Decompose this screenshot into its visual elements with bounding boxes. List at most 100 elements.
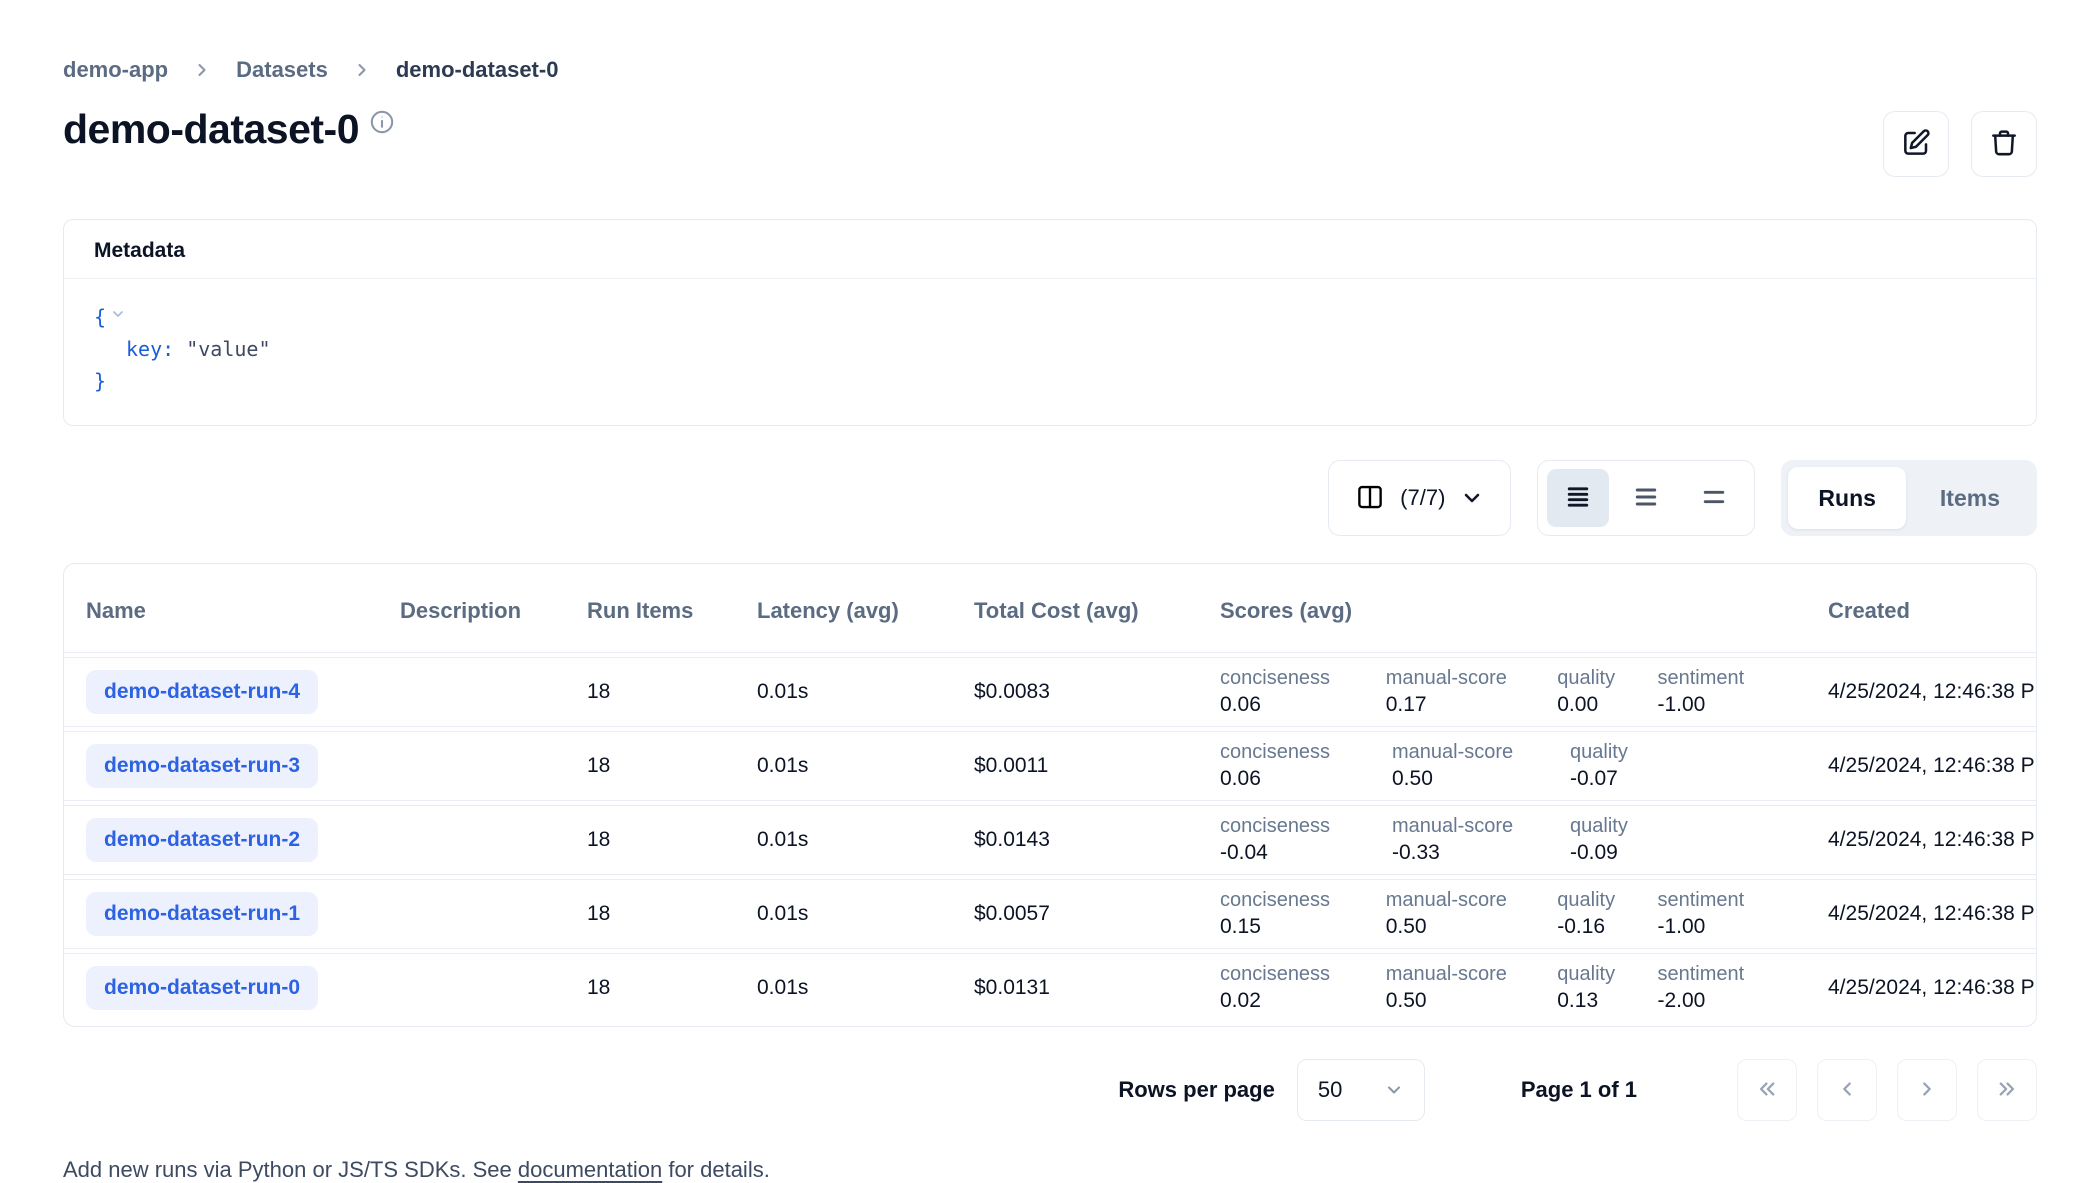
score-label: conciseness: [1220, 815, 1392, 838]
rows-per-page-select[interactable]: 50: [1297, 1059, 1425, 1121]
score-label: conciseness: [1220, 667, 1386, 690]
score-label: sentiment: [1657, 889, 1802, 912]
json-collapse-chevron-icon[interactable]: [110, 306, 126, 322]
runs-table: Name Description Run Items Latency (avg)…: [64, 564, 2036, 1026]
score-value: -2.00: [1657, 989, 1802, 1013]
run-name-link[interactable]: demo-dataset-run-4: [86, 670, 318, 714]
created-cell: 4/25/2024, 12:46:38 PM: [1812, 657, 2036, 727]
metadata-json-viewer: { key: "value" }: [64, 279, 2036, 425]
column-header-run-items: Run Items: [571, 568, 741, 653]
scores-cell-content: conciseness0.06manual-score0.17quality0.…: [1220, 667, 1802, 717]
score-value: -0.09: [1570, 841, 1674, 865]
score-value: -0.33: [1392, 841, 1570, 865]
scores-cell: conciseness-0.04manual-score-0.33quality…: [1204, 805, 1812, 875]
next-page-button[interactable]: [1897, 1059, 1957, 1121]
column-visibility-button[interactable]: (7/7): [1328, 460, 1511, 536]
edit-dataset-button[interactable]: [1883, 111, 1949, 177]
score-value: 0.15: [1220, 915, 1386, 939]
scores-cell-content: conciseness0.15manual-score0.50quality-0…: [1220, 889, 1802, 939]
score-quality: quality0.13: [1557, 963, 1657, 1013]
row-height-medium-button[interactable]: [1615, 469, 1677, 527]
scores-cell-content: conciseness 0.02manual-score0.50quality0.…: [1220, 963, 1802, 1013]
score-label: sentiment: [1657, 667, 1802, 690]
score-value: 0.17: [1386, 693, 1558, 717]
row-height-small-button[interactable]: [1547, 469, 1609, 527]
rows-loose-icon: [1700, 483, 1728, 514]
json-line-close: }: [94, 365, 2006, 397]
json-line-key-value: key: "value": [94, 333, 2006, 365]
score-value: 0.00: [1557, 693, 1657, 717]
page-header: demo-dataset-0: [63, 107, 2037, 177]
table-row: demo-dataset-run-0 18 0.01s $0.0131 conc…: [64, 953, 2036, 1022]
pagination-nav-buttons: [1737, 1059, 2037, 1121]
score-value: -0.04: [1220, 841, 1392, 865]
sdk-hint-before: Add new runs via Python or JS/TS SDKs. S…: [63, 1157, 518, 1182]
row-height-large-button[interactable]: [1683, 469, 1745, 527]
delete-dataset-button[interactable]: [1971, 111, 2037, 177]
breadcrumb: demo-app Datasets demo-dataset-0: [63, 0, 2037, 83]
score-manual-score: manual-score0.50: [1386, 963, 1558, 1013]
score-value: 0.02: [1220, 989, 1386, 1013]
chevrons-left-icon: [1754, 1076, 1780, 1105]
tab-items[interactable]: Items: [1910, 467, 2030, 529]
pagination-bar: Rows per page 50 Page 1 of 1: [63, 1059, 2037, 1121]
edit-pencil-square-icon: [1900, 127, 1932, 162]
score-conciseness: conciseness0.06: [1220, 741, 1392, 791]
column-header-scores: Scores (avg): [1204, 568, 1812, 653]
description-cell: [384, 953, 571, 1022]
sdk-hint-after: for details.: [662, 1157, 770, 1182]
score-value: -1.00: [1657, 915, 1802, 939]
table-header-row: Name Description Run Items Latency (avg)…: [64, 568, 2036, 653]
previous-page-button[interactable]: [1817, 1059, 1877, 1121]
score-value: 0.13: [1557, 989, 1657, 1013]
score-sentiment: sentiment -1.00: [1657, 889, 1802, 939]
row-height-toggle-group: [1537, 460, 1755, 536]
latency-cell: 0.01s: [741, 657, 958, 727]
metadata-card-title: Metadata: [64, 220, 2036, 279]
latency-cell: 0.01s: [741, 805, 958, 875]
run-items-cell: 18: [571, 731, 741, 801]
run-items-cell: 18: [571, 879, 741, 949]
column-header-description: Description: [384, 568, 571, 653]
chevron-right-icon: [352, 60, 372, 80]
run-items-cell: 18: [571, 953, 741, 1022]
run-name-link[interactable]: demo-dataset-run-3: [86, 744, 318, 788]
score-value: 0.50: [1392, 767, 1570, 791]
score-sentiment: sentiment-2.00: [1657, 963, 1802, 1013]
column-header-total-cost: Total Cost (avg): [958, 568, 1204, 653]
metadata-card: Metadata { key: "value" }: [63, 219, 2037, 426]
score-conciseness: conciseness 0.02: [1220, 963, 1386, 1013]
description-cell: [384, 879, 571, 949]
page-indicator: Page 1 of 1: [1521, 1077, 1637, 1103]
created-cell: 4/25/2024, 12:46:38 PM: [1812, 731, 2036, 801]
last-page-button[interactable]: [1977, 1059, 2037, 1121]
score-value: 0.50: [1386, 915, 1558, 939]
score-label: manual-score: [1386, 667, 1558, 690]
tab-runs[interactable]: Runs: [1788, 467, 1906, 529]
info-circle-icon[interactable]: [369, 109, 395, 140]
breadcrumb-item-project[interactable]: demo-app: [63, 57, 168, 83]
scores-cell: conciseness0.15manual-score0.50quality-0…: [1204, 879, 1812, 949]
scores-cell: conciseness0.06manual-score0.50quality-0…: [1204, 731, 1812, 801]
run-name-link[interactable]: demo-dataset-run-0: [86, 966, 318, 1010]
chevron-right-icon: [192, 60, 212, 80]
score-sentiment: sentiment-1.00: [1657, 667, 1802, 717]
table-row: demo-dataset-run-4 18 0.01s $0.0083 conc…: [64, 657, 2036, 727]
latency-cell: 0.01s: [741, 953, 958, 1022]
score-label: conciseness: [1220, 889, 1386, 912]
run-name-link[interactable]: demo-dataset-run-2: [86, 818, 318, 862]
created-cell: 4/25/2024, 12:46:38 PM: [1812, 879, 2036, 949]
score-conciseness: conciseness 0.15: [1220, 889, 1386, 939]
documentation-link[interactable]: documentation: [518, 1157, 662, 1182]
score-value: -0.07: [1570, 767, 1674, 791]
run-items-cell: 18: [571, 805, 741, 875]
json-line-open: {: [94, 301, 2006, 333]
breadcrumb-item-datasets[interactable]: Datasets: [236, 57, 328, 83]
score-label: conciseness: [1220, 963, 1386, 986]
score-value: 0.06: [1220, 767, 1392, 791]
description-cell: [384, 657, 571, 727]
score-quality: quality-0.09: [1570, 815, 1674, 865]
latency-cell: 0.01s: [741, 879, 958, 949]
first-page-button[interactable]: [1737, 1059, 1797, 1121]
run-name-link[interactable]: demo-dataset-run-1: [86, 892, 318, 936]
